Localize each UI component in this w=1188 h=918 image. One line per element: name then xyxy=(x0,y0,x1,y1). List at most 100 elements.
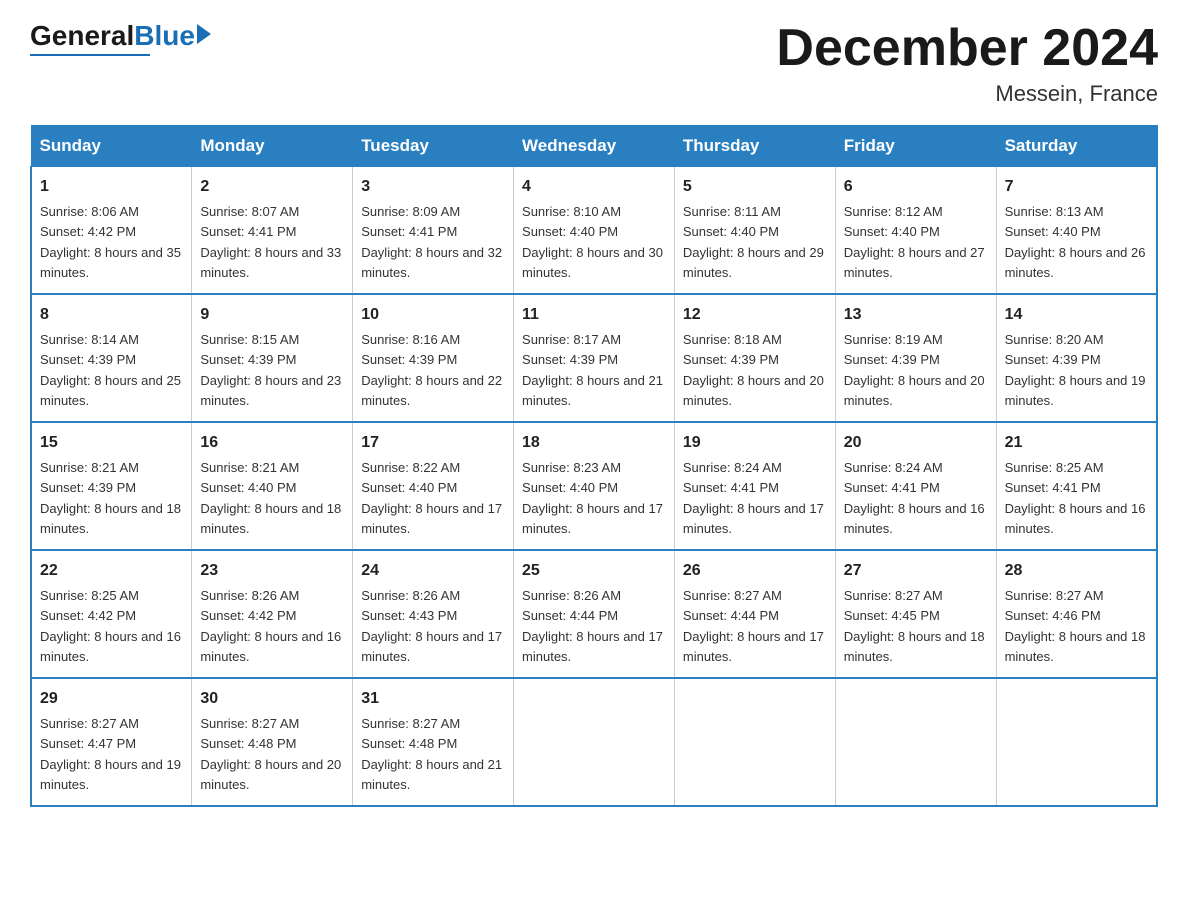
day-info: Sunrise: 8:13 AMSunset: 4:40 PMDaylight:… xyxy=(1005,204,1146,280)
day-info: Sunrise: 8:27 AMSunset: 4:48 PMDaylight:… xyxy=(361,716,502,792)
calendar-cell: 21 Sunrise: 8:25 AMSunset: 4:41 PMDayligh… xyxy=(996,422,1157,550)
day-number: 6 xyxy=(844,175,988,199)
calendar-cell: 2Sunrise: 8:07 AMSunset: 4:41 PMDaylight… xyxy=(192,167,353,295)
day-number: 23 xyxy=(200,559,344,583)
calendar-cell xyxy=(514,678,675,806)
calendar-cell: 24 Sunrise: 8:26 AMSunset: 4:43 PMDayligh… xyxy=(353,550,514,678)
logo: General Blue xyxy=(30,20,211,56)
day-info: Sunrise: 8:15 AMSunset: 4:39 PMDaylight:… xyxy=(200,332,341,408)
calendar-cell: 15Sunrise: 8:21 AMSunset: 4:39 PMDayligh… xyxy=(31,422,192,550)
day-info: Sunrise: 8:26 AMSunset: 4:43 PMDaylight:… xyxy=(361,588,502,664)
header-tuesday: Tuesday xyxy=(353,126,514,167)
day-number: 17 xyxy=(361,431,505,455)
day-number: 18 xyxy=(522,431,666,455)
logo-triangle-icon xyxy=(197,24,211,44)
day-info: Sunrise: 8:20 AMSunset: 4:39 PMDaylight:… xyxy=(1005,332,1146,408)
calendar-cell: 1Sunrise: 8:06 AMSunset: 4:42 PMDaylight… xyxy=(31,167,192,295)
day-info: Sunrise: 8:19 AMSunset: 4:39 PMDaylight:… xyxy=(844,332,985,408)
page-header: General Blue December 2024 Messein, Fran… xyxy=(30,20,1158,107)
location-label: Messein, France xyxy=(776,81,1158,107)
day-info: Sunrise: 8:21 AMSunset: 4:39 PMDaylight:… xyxy=(40,460,181,536)
day-number: 4 xyxy=(522,175,666,199)
day-number: 10 xyxy=(361,303,505,327)
day-info: Sunrise: 8:26 AMSunset: 4:44 PMDaylight:… xyxy=(522,588,663,664)
day-number: 7 xyxy=(1005,175,1148,199)
day-info: Sunrise: 8:25 AMSunset: 4:42 PMDaylight:… xyxy=(40,588,181,664)
day-number: 20 xyxy=(844,431,988,455)
calendar-table: SundayMondayTuesdayWednesdayThursdayFrid… xyxy=(30,125,1158,807)
logo-general: General xyxy=(30,20,134,52)
month-title: December 2024 xyxy=(776,20,1158,77)
header-sunday: Sunday xyxy=(31,126,192,167)
day-info: Sunrise: 8:22 AMSunset: 4:40 PMDaylight:… xyxy=(361,460,502,536)
calendar-cell: 7 Sunrise: 8:13 AMSunset: 4:40 PMDaylight… xyxy=(996,167,1157,295)
calendar-cell: 18 Sunrise: 8:23 AMSunset: 4:40 PMDayligh… xyxy=(514,422,675,550)
day-info: Sunrise: 8:26 AMSunset: 4:42 PMDaylight:… xyxy=(200,588,341,664)
calendar-cell: 17 Sunrise: 8:22 AMSunset: 4:40 PMDayligh… xyxy=(353,422,514,550)
day-number: 25 xyxy=(522,559,666,583)
calendar-cell: 14 Sunrise: 8:20 AMSunset: 4:39 PMDayligh… xyxy=(996,294,1157,422)
calendar-cell: 26 Sunrise: 8:27 AMSunset: 4:44 PMDayligh… xyxy=(674,550,835,678)
day-number: 16 xyxy=(200,431,344,455)
day-number: 8 xyxy=(40,303,183,327)
day-info: Sunrise: 8:27 AMSunset: 4:46 PMDaylight:… xyxy=(1005,588,1146,664)
logo-blue-text: Blue xyxy=(134,20,195,52)
day-number: 29 xyxy=(40,687,183,711)
header-saturday: Saturday xyxy=(996,126,1157,167)
calendar-cell: 20 Sunrise: 8:24 AMSunset: 4:41 PMDayligh… xyxy=(835,422,996,550)
day-number: 22 xyxy=(40,559,183,583)
calendar-cell: 13 Sunrise: 8:19 AMSunset: 4:39 PMDayligh… xyxy=(835,294,996,422)
calendar-cell: 19Sunrise: 8:24 AMSunset: 4:41 PMDayligh… xyxy=(674,422,835,550)
day-info: Sunrise: 8:11 AMSunset: 4:40 PMDaylight:… xyxy=(683,204,824,280)
calendar-cell: 9 Sunrise: 8:15 AMSunset: 4:39 PMDaylight… xyxy=(192,294,353,422)
day-info: Sunrise: 8:12 AMSunset: 4:40 PMDaylight:… xyxy=(844,204,985,280)
calendar-cell: 31Sunrise: 8:27 AMSunset: 4:48 PMDayligh… xyxy=(353,678,514,806)
calendar-cell: 30Sunrise: 8:27 AMSunset: 4:48 PMDayligh… xyxy=(192,678,353,806)
calendar-cell: 4 Sunrise: 8:10 AMSunset: 4:40 PMDaylight… xyxy=(514,167,675,295)
day-info: Sunrise: 8:14 AMSunset: 4:39 PMDaylight:… xyxy=(40,332,181,408)
day-info: Sunrise: 8:21 AMSunset: 4:40 PMDaylight:… xyxy=(200,460,341,536)
day-number: 19 xyxy=(683,431,827,455)
calendar-cell xyxy=(835,678,996,806)
day-number: 3 xyxy=(361,175,505,199)
day-info: Sunrise: 8:23 AMSunset: 4:40 PMDaylight:… xyxy=(522,460,663,536)
day-info: Sunrise: 8:18 AMSunset: 4:39 PMDaylight:… xyxy=(683,332,824,408)
day-info: Sunrise: 8:27 AMSunset: 4:48 PMDaylight:… xyxy=(200,716,341,792)
calendar-week-row: 8 Sunrise: 8:14 AMSunset: 4:39 PMDaylight… xyxy=(31,294,1157,422)
day-info: Sunrise: 8:16 AMSunset: 4:39 PMDaylight:… xyxy=(361,332,502,408)
day-number: 27 xyxy=(844,559,988,583)
logo-underline xyxy=(30,54,150,56)
day-info: Sunrise: 8:27 AMSunset: 4:44 PMDaylight:… xyxy=(683,588,824,664)
calendar-cell: 23 Sunrise: 8:26 AMSunset: 4:42 PMDayligh… xyxy=(192,550,353,678)
day-number: 12 xyxy=(683,303,827,327)
header-thursday: Thursday xyxy=(674,126,835,167)
calendar-cell: 29Sunrise: 8:27 AMSunset: 4:47 PMDayligh… xyxy=(31,678,192,806)
day-info: Sunrise: 8:17 AMSunset: 4:39 PMDaylight:… xyxy=(522,332,663,408)
calendar-cell: 11Sunrise: 8:17 AMSunset: 4:39 PMDayligh… xyxy=(514,294,675,422)
day-info: Sunrise: 8:25 AMSunset: 4:41 PMDaylight:… xyxy=(1005,460,1146,536)
calendar-week-row: 29Sunrise: 8:27 AMSunset: 4:47 PMDayligh… xyxy=(31,678,1157,806)
day-number: 26 xyxy=(683,559,827,583)
calendar-cell: 10 Sunrise: 8:16 AMSunset: 4:39 PMDayligh… xyxy=(353,294,514,422)
day-number: 21 xyxy=(1005,431,1148,455)
day-number: 9 xyxy=(200,303,344,327)
title-block: December 2024 Messein, France xyxy=(776,20,1158,107)
day-info: Sunrise: 8:27 AMSunset: 4:45 PMDaylight:… xyxy=(844,588,985,664)
calendar-header-row: SundayMondayTuesdayWednesdayThursdayFrid… xyxy=(31,126,1157,167)
day-number: 14 xyxy=(1005,303,1148,327)
calendar-cell xyxy=(996,678,1157,806)
calendar-cell: 27 Sunrise: 8:27 AMSunset: 4:45 PMDayligh… xyxy=(835,550,996,678)
day-number: 5 xyxy=(683,175,827,199)
day-number: 24 xyxy=(361,559,505,583)
calendar-week-row: 15Sunrise: 8:21 AMSunset: 4:39 PMDayligh… xyxy=(31,422,1157,550)
calendar-cell: 12 Sunrise: 8:18 AMSunset: 4:39 PMDayligh… xyxy=(674,294,835,422)
logo-text: General Blue xyxy=(30,20,211,52)
day-number: 13 xyxy=(844,303,988,327)
day-info: Sunrise: 8:10 AMSunset: 4:40 PMDaylight:… xyxy=(522,204,663,280)
calendar-cell: 8 Sunrise: 8:14 AMSunset: 4:39 PMDaylight… xyxy=(31,294,192,422)
header-monday: Monday xyxy=(192,126,353,167)
calendar-week-row: 22 Sunrise: 8:25 AMSunset: 4:42 PMDayligh… xyxy=(31,550,1157,678)
calendar-cell: 22 Sunrise: 8:25 AMSunset: 4:42 PMDayligh… xyxy=(31,550,192,678)
logo-blue-part: Blue xyxy=(134,20,211,52)
day-info: Sunrise: 8:24 AMSunset: 4:41 PMDaylight:… xyxy=(844,460,985,536)
